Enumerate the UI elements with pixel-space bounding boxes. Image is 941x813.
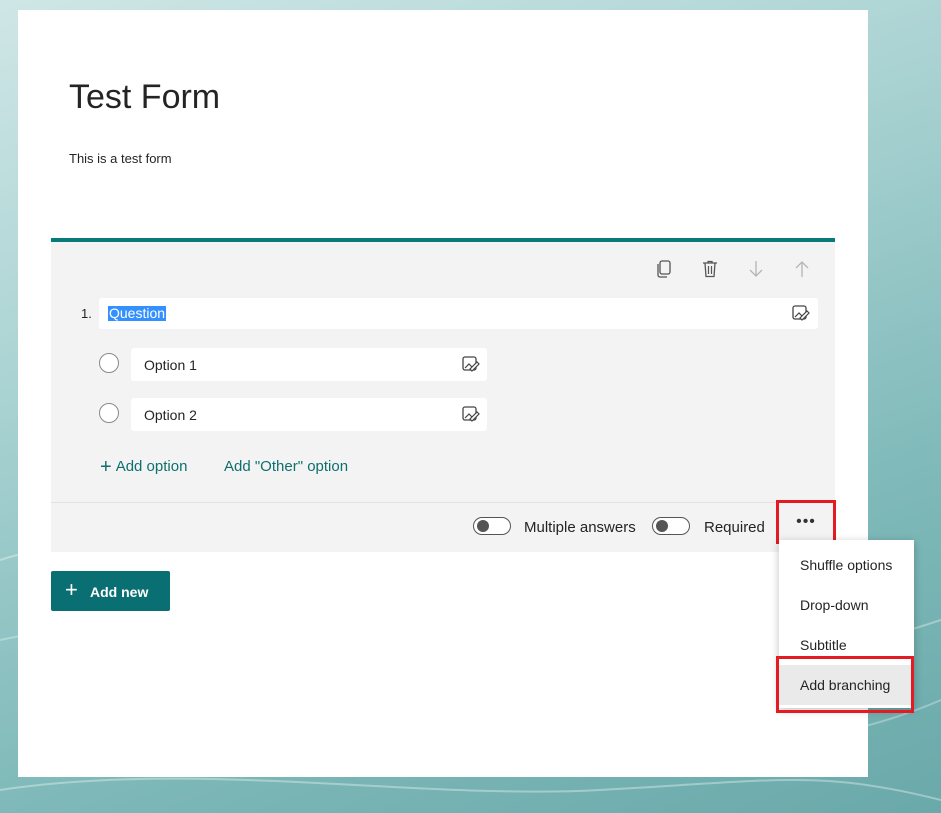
option-label: Option 1 <box>144 357 197 373</box>
option-label: Option 2 <box>144 407 197 423</box>
divider <box>51 502 835 503</box>
question-text: Question <box>108 305 167 321</box>
question-card[interactable] <box>51 238 835 552</box>
move-down-icon[interactable] <box>746 258 766 280</box>
required-label: Required <box>704 519 765 536</box>
question-input[interactable]: Question <box>99 298 818 329</box>
insert-image-icon[interactable] <box>792 304 810 322</box>
add-option-label: Add option <box>115 458 188 475</box>
multiple-answers-label: Multiple answers <box>524 519 636 536</box>
plus-icon: + <box>100 456 112 478</box>
menu-item-shuffle-options[interactable]: Shuffle options <box>779 545 914 585</box>
option-input[interactable]: Option 1 <box>131 348 487 381</box>
required-toggle[interactable] <box>652 517 690 535</box>
toggle-knob <box>656 520 668 532</box>
menu-item-label: Shuffle options <box>800 557 893 573</box>
add-new-button[interactable]: + Add new <box>51 571 170 611</box>
form-title[interactable]: Test Form <box>69 78 220 117</box>
plus-icon: + <box>65 577 78 602</box>
insert-image-icon[interactable] <box>462 355 480 373</box>
menu-item-drop-down[interactable]: Drop-down <box>779 585 914 625</box>
option-radio[interactable] <box>99 353 119 373</box>
question-number: 1. <box>81 306 92 321</box>
menu-item-label: Subtitle <box>800 637 847 653</box>
add-other-option-link[interactable]: Add "Other" option <box>224 458 348 475</box>
insert-image-icon[interactable] <box>462 405 480 423</box>
menu-item-label: Drop-down <box>800 597 869 613</box>
copy-icon[interactable] <box>654 258 674 280</box>
add-new-label: Add new <box>90 584 149 600</box>
add-option-link[interactable]: + Add option <box>100 456 188 478</box>
form-description[interactable]: This is a test form <box>69 151 172 166</box>
multiple-answers-toggle[interactable] <box>473 517 511 535</box>
highlight-box <box>776 656 914 713</box>
option-radio[interactable] <box>99 403 119 423</box>
delete-icon[interactable] <box>700 258 720 280</box>
toggle-knob <box>477 520 489 532</box>
more-options-button[interactable]: ••• <box>776 500 836 544</box>
option-input[interactable]: Option 2 <box>131 398 487 431</box>
move-up-icon[interactable] <box>792 258 812 280</box>
